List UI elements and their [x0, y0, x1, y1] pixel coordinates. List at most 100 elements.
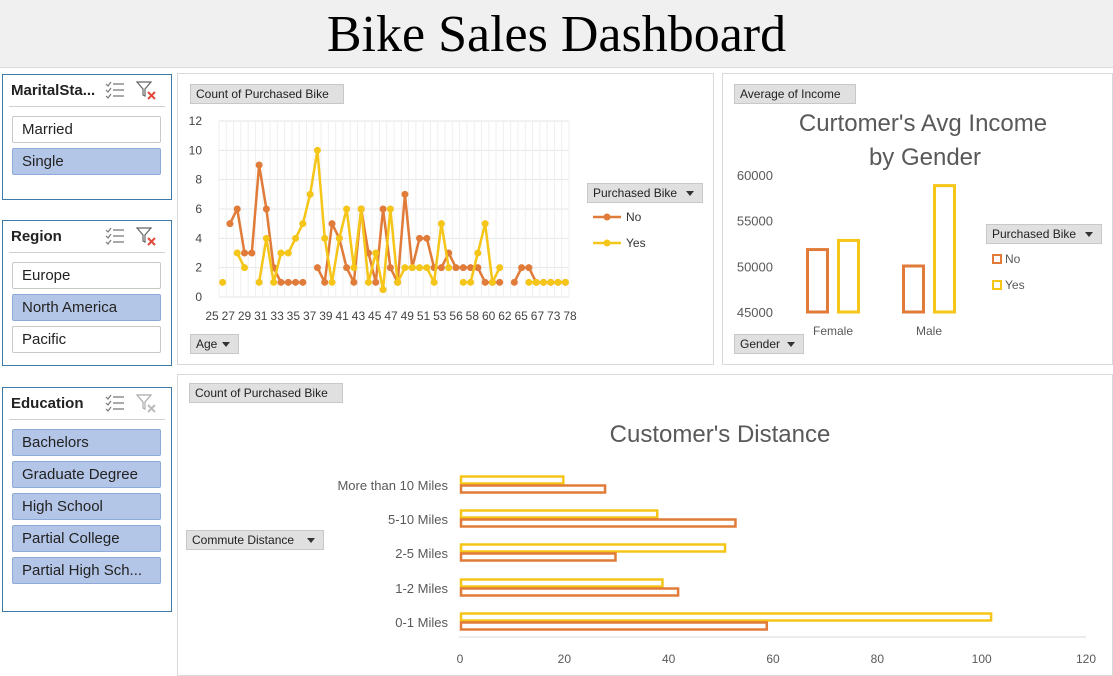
- legend-yes-label: Yes: [626, 236, 646, 250]
- bar-yes: [459, 578, 664, 588]
- data-point-no: [241, 249, 249, 257]
- x-tick-label: 78: [563, 309, 577, 323]
- x-tick-label: 25: [205, 309, 219, 323]
- data-point-yes: [350, 264, 358, 272]
- bar-no: [459, 552, 617, 562]
- data-point-yes: [219, 278, 227, 286]
- dashboard-header: Bike Sales Dashboard: [0, 0, 1113, 68]
- data-point-yes: [496, 264, 504, 272]
- data-point-yes: [481, 220, 489, 228]
- x-tick-label: 31: [254, 309, 268, 323]
- legend-yes-marker-icon: [603, 239, 611, 247]
- clear-filter-icon[interactable]: [135, 225, 157, 247]
- slicer-item-north-america[interactable]: North America: [12, 294, 161, 321]
- y-category-label: 1-2 Miles: [395, 581, 448, 596]
- y-tick-label: 12: [189, 114, 203, 128]
- bar-no: [806, 248, 829, 314]
- x-tick-label: 58: [466, 309, 480, 323]
- slicer-item-graduate-degree[interactable]: Graduate Degree: [12, 461, 161, 488]
- chart-title: Customer's Distance: [610, 421, 831, 448]
- y-tick-label: 6: [195, 202, 202, 216]
- data-point-yes: [386, 205, 394, 213]
- data-point-no: [452, 264, 460, 272]
- data-point-yes: [401, 264, 409, 272]
- y-axis-ticks: 45000 50000 55000 60000: [737, 168, 773, 320]
- data-point-no: [518, 264, 526, 272]
- data-point-yes: [270, 278, 278, 286]
- slicer-header: Education: [9, 388, 165, 420]
- data-point-yes: [306, 190, 314, 198]
- x-tick-label: 47: [384, 309, 398, 323]
- data-point-yes: [372, 249, 380, 257]
- slicer-header: MaritalSta...: [9, 75, 165, 107]
- axis-field-label: Commute Distance: [192, 533, 295, 547]
- data-point-yes: [313, 146, 321, 154]
- age-chart-panel: Count of Purchased Bike 0 2 4 6 8 10 12 25 27 29…: [177, 73, 714, 365]
- y-axis-labels: More than 10 Miles 5-10 Miles 2-5 Miles 1-2…: [337, 478, 448, 630]
- axis-field-button-gender[interactable]: Gender: [734, 334, 804, 354]
- slicer-item-europe[interactable]: Europe: [12, 262, 161, 289]
- multi-select-icon[interactable]: [105, 81, 125, 99]
- data-point-yes: [423, 264, 431, 272]
- slicer-item-married[interactable]: Married: [12, 116, 161, 143]
- data-point-no: [248, 249, 256, 257]
- distance-chart-panel: Count of Purchased Bike Customer's Dista…: [177, 374, 1113, 676]
- data-point-yes: [394, 278, 402, 286]
- data-point-no: [416, 234, 424, 242]
- legend-no-label: No: [1005, 252, 1021, 266]
- slicer-item-single[interactable]: Single: [12, 148, 161, 175]
- slicer-item-high-school[interactable]: High School: [12, 493, 161, 520]
- slicer-item-partial-college[interactable]: Partial College: [12, 525, 161, 552]
- x-tick-label: 120: [1076, 652, 1096, 666]
- multi-select-icon[interactable]: [105, 394, 125, 412]
- axis-field-button-age[interactable]: Age: [190, 334, 239, 354]
- data-point-yes: [379, 286, 387, 294]
- slicer-items: Married Single: [3, 107, 171, 175]
- chart-series: [459, 475, 993, 631]
- x-axis-ticks: 25 27 29 31 33 35 37 39 41 43 45 47 49 51 53 56 58 60 62 65…: [205, 309, 577, 323]
- legend-no-marker-icon: [603, 213, 611, 221]
- axis-field-button-commute-distance[interactable]: Commute Distance: [186, 530, 324, 550]
- slicer-items: Bachelors Graduate Degree High School Pa…: [3, 420, 171, 584]
- y-tick-label: 55000: [737, 214, 773, 229]
- data-point-yes: [255, 278, 263, 286]
- legend-field-button[interactable]: Purchased Bike: [986, 224, 1102, 244]
- slicer-title: Region: [11, 228, 62, 245]
- x-tick-label: 45: [368, 309, 382, 323]
- multi-select-icon[interactable]: [105, 227, 125, 245]
- bar-no: [459, 484, 607, 494]
- clear-filter-icon[interactable]: [135, 392, 157, 414]
- y-tick-label: 4: [195, 231, 202, 245]
- y-tick-label: 60000: [737, 168, 773, 183]
- data-point-no: [386, 264, 394, 272]
- x-tick-label: 49: [401, 309, 415, 323]
- data-point-yes: [408, 264, 416, 272]
- x-tick-label: 67: [531, 309, 545, 323]
- data-point-yes: [532, 278, 540, 286]
- slicer-item-partial-high-school[interactable]: Partial High Sch...: [12, 557, 161, 584]
- legend-field-label: Purchased Bike: [593, 186, 678, 200]
- clear-filter-icon[interactable]: [135, 79, 157, 101]
- x-tick-label: 20: [558, 652, 572, 666]
- data-point-no: [510, 278, 518, 286]
- axis-field-label: Gender: [740, 337, 781, 351]
- x-tick-label: 0: [457, 652, 464, 666]
- slicer-item-bachelors[interactable]: Bachelors: [12, 429, 161, 456]
- y-category-label: 0-1 Miles: [395, 615, 448, 630]
- marital-status-slicer: MaritalSta... Married Single: [2, 74, 172, 200]
- x-axis-ticks: 0 20 40 60 80 100 120: [457, 652, 1097, 666]
- data-point-no: [277, 278, 285, 286]
- data-point-yes: [292, 234, 300, 242]
- data-point-yes: [343, 205, 351, 213]
- chart-subtitle: by Gender: [869, 144, 981, 171]
- dropdown-arrow-icon: [787, 342, 795, 347]
- x-tick-label: Female: [813, 324, 853, 338]
- data-point-yes: [416, 264, 424, 272]
- legend-field-button[interactable]: Purchased Bike: [587, 183, 703, 203]
- y-category-label: More than 10 Miles: [337, 478, 448, 493]
- slicer-item-pacific[interactable]: Pacific: [12, 326, 161, 353]
- bar-yes: [459, 475, 565, 485]
- region-slicer: Region Europe North America Pacific: [2, 220, 172, 366]
- y-tick-label: 45000: [737, 305, 773, 320]
- bar-no: [459, 518, 737, 528]
